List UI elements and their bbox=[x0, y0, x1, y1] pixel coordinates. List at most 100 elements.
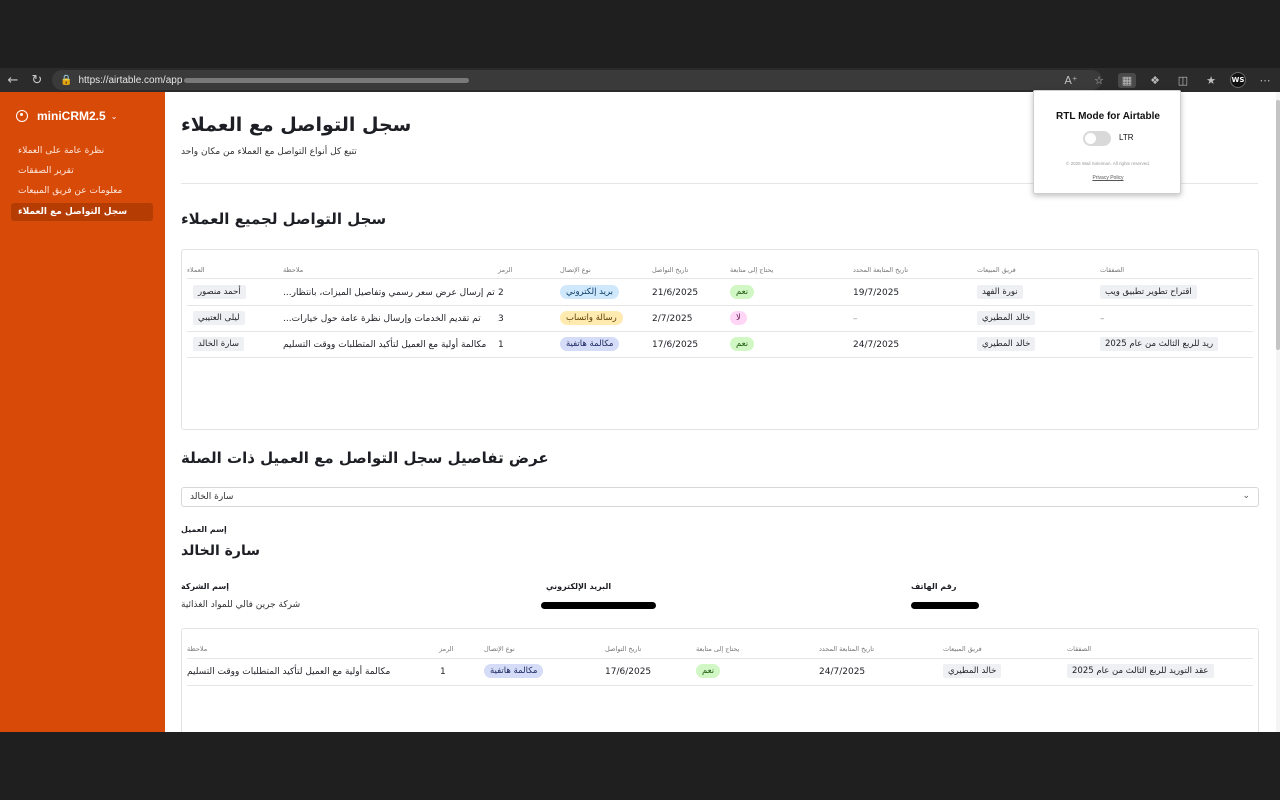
rtl-toggle[interactable] bbox=[1083, 131, 1111, 146]
deal-tag[interactable]: ريد للربع الثالث من عام 2025 bbox=[1100, 337, 1219, 351]
header-code[interactable]: الرمز bbox=[439, 645, 453, 653]
header-deals[interactable]: الصفقات bbox=[1100, 266, 1124, 274]
contact-type-chip[interactable]: بريد إلكتروني bbox=[560, 285, 620, 299]
toggle-knob[interactable] bbox=[1085, 133, 1096, 144]
client-tag[interactable]: أحمد منصور bbox=[193, 285, 246, 299]
client-tag[interactable]: ليلى العتيبي bbox=[193, 311, 245, 325]
phone-label: رقم الهاتف bbox=[911, 582, 957, 591]
header-contact-date[interactable]: تاريخ التواصل bbox=[652, 266, 688, 274]
code-cell[interactable]: 1 bbox=[440, 667, 446, 677]
note-cell[interactable]: مكالمة أولية مع العميل لتأكيد المتطلبات … bbox=[187, 667, 390, 677]
client-select-value[interactable]: سارة الخالد bbox=[190, 492, 233, 502]
header-needs-followup[interactable]: يحتاج إلى متابعة bbox=[730, 266, 773, 274]
followup-chip[interactable]: نعم bbox=[696, 664, 721, 678]
contact-type-chip[interactable]: مكالمة هاتفية bbox=[484, 664, 544, 678]
note-cell[interactable]: مكالمة أولية مع العميل لتأكيد المتطلبات … bbox=[283, 340, 486, 350]
header-note[interactable]: ملاحظة bbox=[187, 645, 207, 653]
code-cell[interactable]: 3 bbox=[498, 314, 504, 324]
contact-date-cell[interactable]: 21/6/2025 bbox=[652, 288, 698, 298]
sidebar-item-contact-log[interactable]: سجل التواصل مع العملاء bbox=[11, 203, 153, 221]
contact-type-chip[interactable]: مكالمة هاتفية bbox=[560, 337, 620, 351]
followup-date-cell[interactable]: – bbox=[853, 314, 858, 324]
header-sales-team[interactable]: فريق المبيعات bbox=[977, 266, 1016, 274]
code-cell[interactable]: 1 bbox=[498, 340, 504, 350]
followup-chip[interactable]: لا bbox=[730, 311, 747, 325]
url-text[interactable]: https://airtable.com/app bbox=[78, 75, 182, 86]
header-contact-date[interactable]: تاريخ التواصل bbox=[605, 645, 641, 653]
header-followup-date[interactable]: تاريخ المتابعة المحدد bbox=[853, 266, 908, 274]
sidebar-item-sales-team[interactable]: معلومات عن فريق المبيعات bbox=[11, 182, 153, 200]
followup-date-cell[interactable]: 24/7/2025 bbox=[819, 667, 865, 677]
client-detail-table: ملاحظة الرمز نوع الإتصال تاريخ التواصل ي… bbox=[181, 628, 1259, 732]
lock-icon[interactable]: 🔒 bbox=[60, 75, 72, 86]
details-title: عرض تفاصيل سجل التواصل مع العميل ذات الص… bbox=[181, 449, 549, 467]
header-sales-team[interactable]: فريق المبيعات bbox=[943, 645, 982, 653]
address-bar[interactable]: 🔒 https://airtable.com/app bbox=[52, 70, 1102, 90]
read-aloud-icon[interactable]: A⁺ bbox=[1062, 74, 1080, 87]
note-cell[interactable]: ...تم إرسال عرض سعر رسمي وتفاصيل الميزات… bbox=[283, 288, 495, 298]
user-circle-icon bbox=[16, 110, 28, 122]
sales-team-tag[interactable]: خالد المطيري bbox=[943, 664, 1002, 678]
client-name-value: سارة الخالد bbox=[181, 543, 260, 559]
favorites-icon[interactable]: ★ bbox=[1202, 74, 1220, 87]
followup-date-cell[interactable]: 24/7/2025 bbox=[853, 340, 899, 350]
note-cell[interactable]: ...تم تقديم الخدمات وإرسال نظرة عامة حول… bbox=[283, 314, 481, 324]
copyright-text: © 2025 Wail Soleiman. All rights reserve… bbox=[1066, 161, 1150, 166]
header-code[interactable]: الرمز bbox=[498, 266, 512, 274]
header-contact-type[interactable]: نوع الإتصال bbox=[484, 645, 515, 653]
profile-avatar[interactable]: WS bbox=[1230, 72, 1246, 88]
deal-cell[interactable]: – bbox=[1100, 314, 1105, 324]
contact-date-cell[interactable]: 17/6/2025 bbox=[652, 340, 698, 350]
row-divider bbox=[187, 305, 1253, 306]
company-label: إسم الشركة bbox=[181, 582, 230, 591]
code-cell[interactable]: 2 bbox=[498, 288, 504, 298]
chevron-down-icon[interactable]: ⌄ bbox=[1242, 491, 1250, 501]
header-followup-date[interactable]: تاريخ المتابعة المحدد bbox=[819, 645, 874, 653]
phone-redacted bbox=[911, 602, 979, 609]
browser-toolbar: ← ↻ 🔒 https://airtable.com/app A⁺ ☆ ▦ ❖ … bbox=[0, 68, 1280, 92]
sales-team-tag[interactable]: نورة الفهد bbox=[977, 285, 1023, 299]
brand-menu[interactable]: miniCRM2.5 ⌄ bbox=[16, 109, 117, 123]
client-select[interactable]: سارة الخالد ⌄ bbox=[181, 487, 1259, 507]
extension-icon[interactable]: ▦ bbox=[1118, 72, 1136, 88]
row-divider bbox=[187, 357, 1253, 358]
sales-team-tag[interactable]: خالد المطيري bbox=[977, 311, 1036, 325]
contact-date-cell[interactable]: 17/6/2025 bbox=[605, 667, 651, 677]
followup-chip[interactable]: نعم bbox=[730, 285, 755, 299]
more-menu-icon[interactable]: ⋯ bbox=[1256, 74, 1274, 87]
email-redacted bbox=[541, 602, 656, 609]
header-contact-type[interactable]: نوع الإتصال bbox=[560, 266, 591, 274]
header-note[interactable]: ملاحظة bbox=[283, 266, 303, 274]
row-divider bbox=[187, 658, 1253, 659]
rtl-extension-popup: RTL Mode for Airtable LTR © 2025 Wail So… bbox=[1033, 90, 1181, 194]
back-icon[interactable]: ← bbox=[2, 69, 24, 91]
followup-date-cell[interactable]: 19/7/2025 bbox=[853, 288, 899, 298]
row-divider bbox=[187, 331, 1253, 332]
header-deals[interactable]: الصفقات bbox=[1067, 645, 1091, 653]
deal-tag[interactable]: اقتراح تطوير تطبيق ويب bbox=[1100, 285, 1197, 299]
scrollbar-thumb[interactable] bbox=[1276, 100, 1280, 350]
brand-name: miniCRM2.5 bbox=[37, 109, 106, 123]
header-needs-followup[interactable]: يحتاج إلى متابعة bbox=[696, 645, 739, 653]
toggle-label: LTR bbox=[1119, 133, 1134, 142]
favorite-star-icon[interactable]: ☆ bbox=[1090, 74, 1108, 87]
client-tag[interactable]: سارة الخالد bbox=[193, 337, 245, 351]
followup-chip[interactable]: نعم bbox=[730, 337, 755, 351]
sidebar-item-deals-report[interactable]: تقرير الصفقات bbox=[11, 162, 153, 180]
sales-team-tag[interactable]: خالد المطيري bbox=[977, 337, 1036, 351]
browser-actions: A⁺ ☆ ▦ ❖ ◫ ★ WS ⋯ bbox=[1062, 70, 1274, 90]
page-scrollbar[interactable] bbox=[1276, 92, 1280, 732]
header-client[interactable]: العملاء bbox=[187, 266, 205, 274]
contact-date-cell[interactable]: 2/7/2025 bbox=[652, 314, 692, 324]
sidebar: miniCRM2.5 ⌄ نظرة عامة على العملاء تقرير… bbox=[0, 92, 165, 732]
deal-tag[interactable]: عقد التوريد للربع الثالث من عام 2025 bbox=[1067, 664, 1214, 678]
split-screen-icon[interactable]: ◫ bbox=[1174, 74, 1192, 87]
url-redacted-part bbox=[184, 77, 470, 83]
all-log-title: سجل التواصل لجميع العملاء bbox=[181, 210, 387, 228]
sidebar-item-clients-overview[interactable]: نظرة عامة على العملاء bbox=[11, 142, 153, 160]
reload-icon[interactable]: ↻ bbox=[26, 69, 48, 91]
extensions-puzzle-icon[interactable]: ❖ bbox=[1146, 74, 1164, 87]
contact-type-chip[interactable]: رسالة واتساب bbox=[560, 311, 623, 325]
page-title: سجل التواصل مع العملاء bbox=[181, 114, 412, 136]
privacy-policy-link[interactable]: Privacy Policy bbox=[1034, 175, 1182, 181]
